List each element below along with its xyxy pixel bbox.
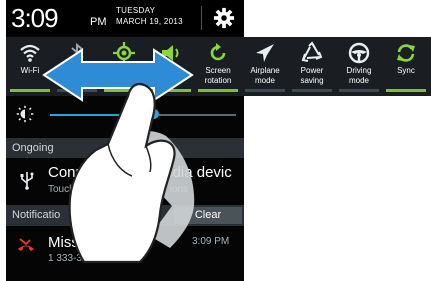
toggle-indicator — [57, 89, 97, 92]
clock: 3:09 — [11, 3, 59, 33]
toggle-wifi[interactable]: Wi-Fi — [7, 37, 53, 96]
missed-call-notification[interactable]: Miss 3:09 PM 1 333-333-3333 — [6, 228, 244, 272]
toggle-indicator — [339, 89, 379, 92]
toggle-label: Power saving — [300, 66, 324, 85]
sound-icon — [162, 45, 179, 61]
toggle-label: Screen rotation — [204, 66, 232, 85]
toggle-indicator — [245, 89, 285, 92]
missed-call-number: 1 333-333-3333 — [48, 253, 119, 264]
toggle-screen-rotation[interactable]: Screen rotation — [195, 37, 241, 96]
toggle-sync[interactable]: Sync — [383, 37, 429, 96]
notifications-header: Notificatio Clear — [6, 205, 244, 226]
toggle-gps[interactable] — [101, 37, 147, 96]
brightness-icon — [16, 105, 34, 123]
wifi-icon — [20, 44, 40, 62]
usb-icon — [20, 172, 34, 190]
brightness-slider-thumb[interactable] — [149, 109, 160, 119]
toggle-indicator — [292, 89, 332, 92]
gps-icon — [113, 42, 135, 64]
day-label: TUESDAY — [116, 6, 156, 15]
sync-icon — [397, 44, 415, 62]
rotation-icon — [210, 43, 226, 61]
toggle-indicator — [386, 89, 426, 92]
toggle-indicator — [198, 89, 238, 92]
toggle-indicator — [10, 89, 50, 92]
toggle-label: Airplane mode — [250, 66, 280, 85]
usb-notification[interactable]: Conne edia devic Touch ions — [6, 160, 244, 202]
toggle-driving-mode[interactable]: Driving mode — [336, 37, 382, 96]
missed-call-time: 3:09 PM — [192, 236, 230, 247]
status-bar: 3:09 PM TUESDAY MARCH 19, 2013 — [6, 0, 244, 36]
toggle-indicator — [151, 89, 191, 92]
brightness-row — [6, 100, 244, 130]
toggle-sound[interactable] — [148, 37, 194, 96]
toggle-indicator — [104, 89, 144, 92]
gear-icon[interactable] — [213, 7, 235, 29]
toggle-label: Wi-Fi — [20, 66, 40, 75]
airplane-icon — [256, 44, 274, 62]
missed-call-title: Miss — [48, 234, 79, 251]
usb-notification-subtitle: Touch ions — [48, 184, 189, 195]
quick-settings-bar: Wi-Fi Screen rotation Airplane mode Powe… — [6, 37, 431, 96]
toggle-power-saving[interactable]: Power saving — [289, 37, 335, 96]
missed-call-icon — [18, 238, 34, 251]
toggle-airplane-mode[interactable]: Airplane mode — [242, 37, 288, 96]
toggle-label: Driving mode — [346, 66, 372, 85]
brightness-slider-fill — [50, 114, 155, 116]
status-divider — [201, 6, 202, 30]
clock-ampm: PM — [90, 16, 107, 28]
ongoing-header: Ongoing — [6, 138, 244, 158]
date-label: MARCH 19, 2013 — [116, 17, 183, 26]
usb-notification-title: Conne edia devic — [48, 164, 232, 181]
toggle-bluetooth[interactable] — [54, 37, 100, 96]
bluetooth-icon — [71, 42, 84, 64]
steering-wheel-icon — [348, 42, 370, 64]
notifications-label: Notificatio — [12, 209, 61, 221]
toggle-label: Sync — [397, 66, 415, 75]
recycle-icon — [301, 41, 323, 62]
clear-button[interactable]: Clear — [174, 207, 242, 224]
